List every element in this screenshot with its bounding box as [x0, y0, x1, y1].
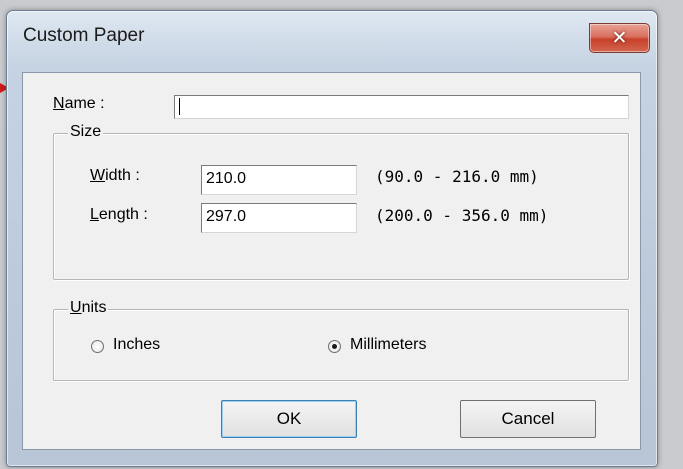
length-range: (200.0 - 356.0 mm) [375, 206, 549, 225]
inches-radio[interactable] [91, 340, 104, 353]
length-input[interactable]: 297.0 [201, 203, 357, 233]
millimeters-label[interactable]: Millimeters [350, 336, 426, 354]
inches-label[interactable]: Inches [113, 336, 160, 354]
width-label: Width : [90, 167, 140, 184]
millimeters-radio[interactable] [328, 340, 341, 353]
cancel-button[interactable]: Cancel [460, 400, 596, 438]
dialog-client-area: Name : Size Width : 210.0 (90.0 - 216.0 … [22, 72, 641, 450]
close-icon: ✕ [611, 27, 628, 49]
close-button[interactable]: ✕ [589, 23, 650, 53]
units-group-legend: Units [68, 299, 109, 317]
width-range: (90.0 - 216.0 mm) [375, 167, 539, 186]
width-input[interactable]: 210.0 [201, 165, 357, 195]
size-group-legend: Size [68, 123, 104, 141]
ok-button[interactable]: OK [221, 400, 357, 438]
length-label: Length : [90, 206, 148, 223]
name-label: Name : [53, 95, 105, 112]
name-input[interactable] [174, 95, 629, 119]
dialog-title: Custom Paper [23, 25, 145, 46]
text-caret [179, 98, 180, 116]
